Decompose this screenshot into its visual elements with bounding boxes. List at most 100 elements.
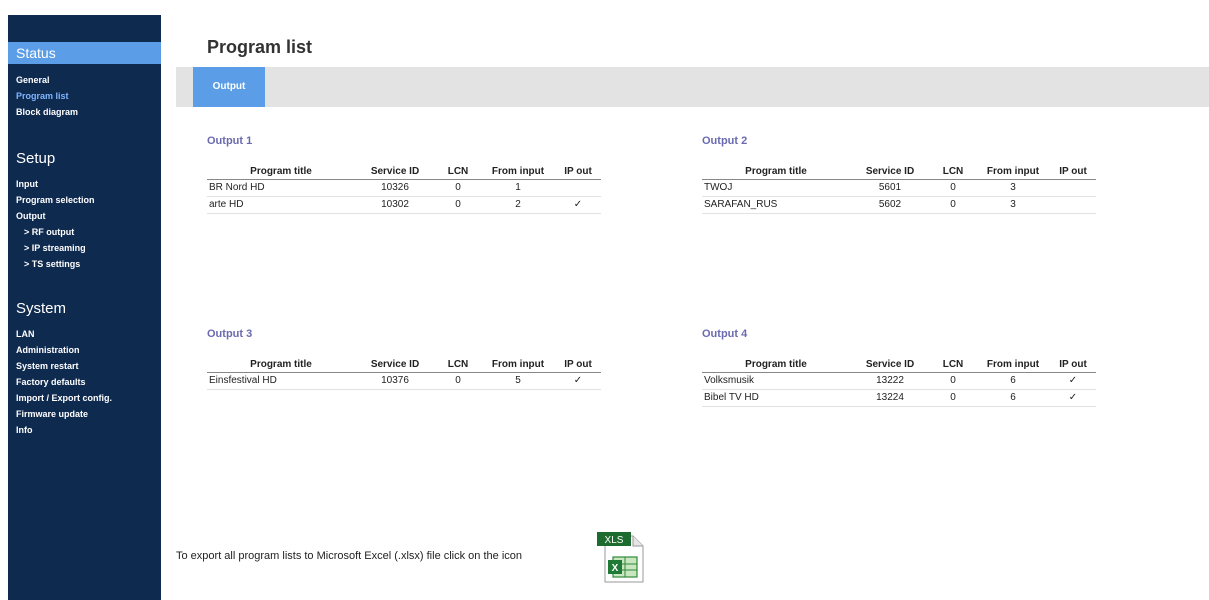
cell-program-title: arte HD	[207, 196, 355, 214]
cell-ip-out: ✓	[1050, 372, 1096, 390]
output-title: Output 1	[207, 135, 253, 147]
system-menu: LAN Administration System restart Factor…	[8, 326, 161, 438]
cell-lcn: 0	[930, 196, 976, 214]
table-row: Bibel TV HD 13224 0 6 ✓	[702, 389, 1096, 407]
sidebar-item-import-export[interactable]: Import / Export config.	[8, 390, 161, 406]
cell-program-title: BR Nord HD	[207, 179, 355, 197]
column-header-lcn: LCN	[930, 358, 976, 373]
program-table: Program title Service ID LCN From input …	[207, 358, 601, 390]
cell-program-title: TWOJ	[702, 179, 850, 197]
output-1-block: Output 1 Program title Service ID LCN Fr…	[207, 135, 637, 214]
program-table: Program title Service ID LCN From input …	[702, 358, 1096, 407]
cell-program-title: Volksmusik	[702, 372, 850, 390]
cell-lcn: 0	[930, 389, 976, 407]
table-row: Volksmusik 13222 0 6 ✓	[702, 372, 1096, 390]
sidebar-item-administration[interactable]: Administration	[8, 342, 161, 358]
sidebar-header-setup: Setup	[16, 150, 56, 167]
column-header-from-input: From input	[481, 358, 555, 373]
column-header-program-title: Program title	[702, 358, 850, 373]
column-header-program-title: Program title	[702, 165, 850, 180]
sidebar: Status General Program list Block diagra…	[8, 15, 161, 600]
program-table: Program title Service ID LCN From input …	[207, 165, 601, 214]
cell-service-id: 5602	[850, 196, 930, 214]
cell-service-id: 13224	[850, 389, 930, 407]
cell-program-title: Bibel TV HD	[702, 389, 850, 407]
column-header-from-input: From input	[976, 165, 1050, 180]
sidebar-item-general[interactable]: General	[8, 72, 161, 88]
table-row: BR Nord HD 10326 0 1	[207, 179, 601, 197]
cell-program-title: SARAFAN_RUS	[702, 196, 850, 214]
column-header-program-title: Program title	[207, 358, 355, 373]
cell-lcn: 0	[435, 196, 481, 214]
sidebar-item-rf-output[interactable]: > RF output	[8, 224, 161, 240]
column-header-lcn: LCN	[435, 165, 481, 180]
cell-from-input: 3	[976, 196, 1050, 214]
sidebar-item-program-list[interactable]: Program list	[8, 88, 161, 104]
sidebar-item-firmware-update[interactable]: Firmware update	[8, 406, 161, 422]
column-header-from-input: From input	[976, 358, 1050, 373]
column-header-ip-out: IP out	[1050, 358, 1096, 373]
table-row: arte HD 10302 0 2 ✓	[207, 196, 601, 214]
output-3-block: Output 3 Program title Service ID LCN Fr…	[207, 328, 637, 390]
table-row: TWOJ 5601 0 3	[702, 179, 1096, 197]
sidebar-item-input[interactable]: Input	[8, 176, 161, 192]
sidebar-item-output[interactable]: Output	[8, 208, 161, 224]
sidebar-item-ip-streaming[interactable]: > IP streaming	[8, 240, 161, 256]
cell-lcn: 0	[930, 372, 976, 390]
column-header-ip-out: IP out	[555, 165, 601, 180]
cell-from-input: 3	[976, 179, 1050, 197]
cell-service-id: 10376	[355, 372, 435, 390]
page-title: Program list	[207, 37, 313, 57]
sidebar-item-lan[interactable]: LAN	[8, 326, 161, 342]
cell-from-input: 2	[481, 196, 555, 214]
column-header-service-id: Service ID	[355, 358, 435, 373]
cell-ip-out: ✓	[1050, 389, 1096, 407]
column-header-ip-out: IP out	[555, 358, 601, 373]
cell-service-id: 10302	[355, 196, 435, 214]
column-header-ip-out: IP out	[1050, 165, 1096, 180]
cell-lcn: 0	[435, 179, 481, 197]
svg-text:X: X	[612, 563, 619, 574]
column-header-program-title: Program title	[207, 165, 355, 180]
tab-bar: Output	[176, 67, 1209, 107]
output-title: Output 2	[702, 135, 748, 147]
setup-menu: Input Program selection Output > RF outp…	[8, 176, 161, 272]
sidebar-item-ts-settings[interactable]: > TS settings	[8, 256, 161, 272]
cell-from-input: 6	[976, 372, 1050, 390]
export-instruction: To export all program lists to Microsoft…	[176, 550, 523, 562]
column-header-service-id: Service ID	[355, 165, 435, 180]
main-content: Program list Output Output 1 Program tit…	[161, 0, 1209, 600]
sidebar-header-status: Status	[8, 42, 161, 64]
cell-lcn: 0	[435, 372, 481, 390]
sidebar-item-info[interactable]: Info	[8, 422, 161, 438]
output-4-block: Output 4 Program title Service ID LCN Fr…	[702, 328, 1132, 407]
table-row: Einsfestival HD 10376 0 5 ✓	[207, 372, 601, 390]
cell-ip-out	[1050, 196, 1096, 214]
cell-ip-out: ✓	[555, 196, 601, 214]
output-title: Output 3	[207, 328, 253, 340]
cell-program-title: Einsfestival HD	[207, 372, 355, 390]
cell-ip-out	[1050, 179, 1096, 197]
output-title: Output 4	[702, 328, 748, 340]
sidebar-item-factory-defaults[interactable]: Factory defaults	[8, 374, 161, 390]
table-row: SARAFAN_RUS 5602 0 3	[702, 196, 1096, 214]
column-header-lcn: LCN	[435, 358, 481, 373]
tab-output[interactable]: Output	[193, 67, 265, 107]
sidebar-item-program-selection[interactable]: Program selection	[8, 192, 161, 208]
sidebar-header-system: System	[16, 300, 67, 317]
cell-service-id: 13222	[850, 372, 930, 390]
cell-service-id: 5601	[850, 179, 930, 197]
sidebar-item-block-diagram[interactable]: Block diagram	[8, 104, 161, 120]
cell-from-input: 5	[481, 372, 555, 390]
sidebar-item-system-restart[interactable]: System restart	[8, 358, 161, 374]
cell-service-id: 10326	[355, 179, 435, 197]
cell-from-input: 6	[976, 389, 1050, 407]
column-header-service-id: Service ID	[850, 358, 930, 373]
program-table: Program title Service ID LCN From input …	[702, 165, 1096, 214]
cell-lcn: 0	[930, 179, 976, 197]
column-header-lcn: LCN	[930, 165, 976, 180]
output-2-block: Output 2 Program title Service ID LCN Fr…	[702, 135, 1132, 214]
xls-export-icon[interactable]: XLS X	[595, 530, 649, 584]
cell-ip-out: ✓	[555, 372, 601, 390]
column-header-service-id: Service ID	[850, 165, 930, 180]
